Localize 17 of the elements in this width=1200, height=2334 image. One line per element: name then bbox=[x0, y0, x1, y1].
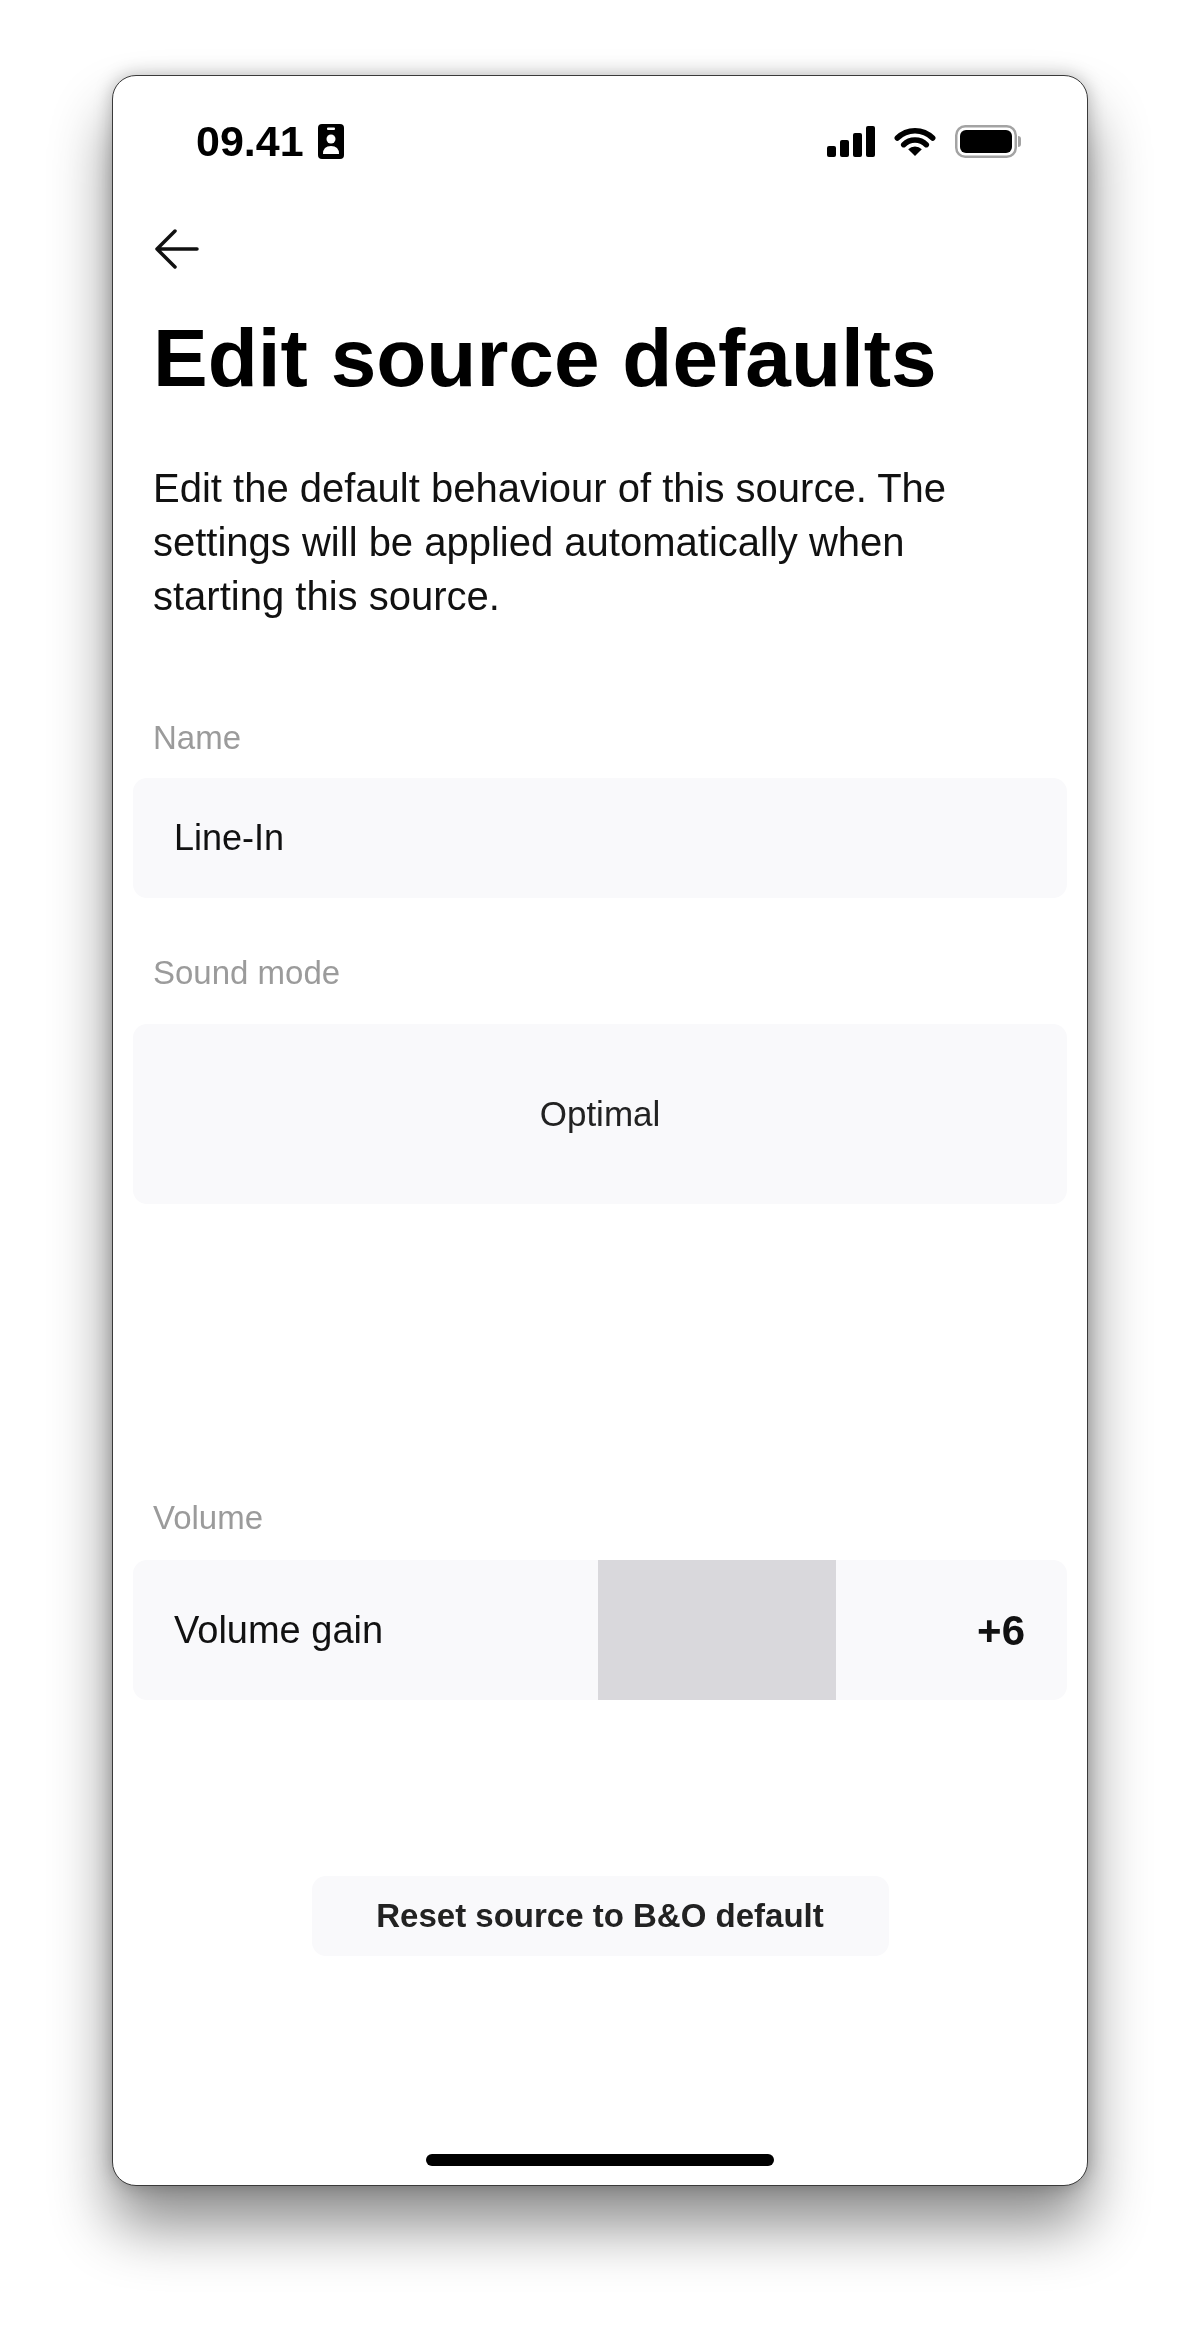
reset-button[interactable]: Reset source to B&O default bbox=[311, 1876, 889, 1956]
person-badge-icon bbox=[317, 124, 344, 159]
page-title: Edit source defaults bbox=[153, 317, 938, 399]
volume-gain-value: +6 bbox=[977, 1605, 1025, 1656]
signal-icon bbox=[827, 126, 875, 157]
field-label: Name bbox=[153, 721, 243, 754]
back-arrow-icon[interactable] bbox=[153, 229, 199, 269]
page-description: Edit the default behaviour of this source. The settings will be applied automatically when starting this source. bbox=[153, 465, 948, 620]
name-field[interactable]: Line-In bbox=[133, 778, 1067, 898]
volume-gain-label: Volume gain bbox=[174, 1607, 384, 1653]
wifi-icon bbox=[894, 126, 936, 157]
battery-icon bbox=[955, 125, 1022, 158]
sound-mode-selector[interactable]: Optimal bbox=[133, 1024, 1067, 1204]
field-label: Sound mode bbox=[153, 956, 342, 989]
field-label: Volume bbox=[153, 1501, 265, 1534]
volume-gain-row[interactable]: Volume gain +6 bbox=[133, 1560, 1067, 1700]
status-time: 09.41 bbox=[196, 120, 304, 163]
